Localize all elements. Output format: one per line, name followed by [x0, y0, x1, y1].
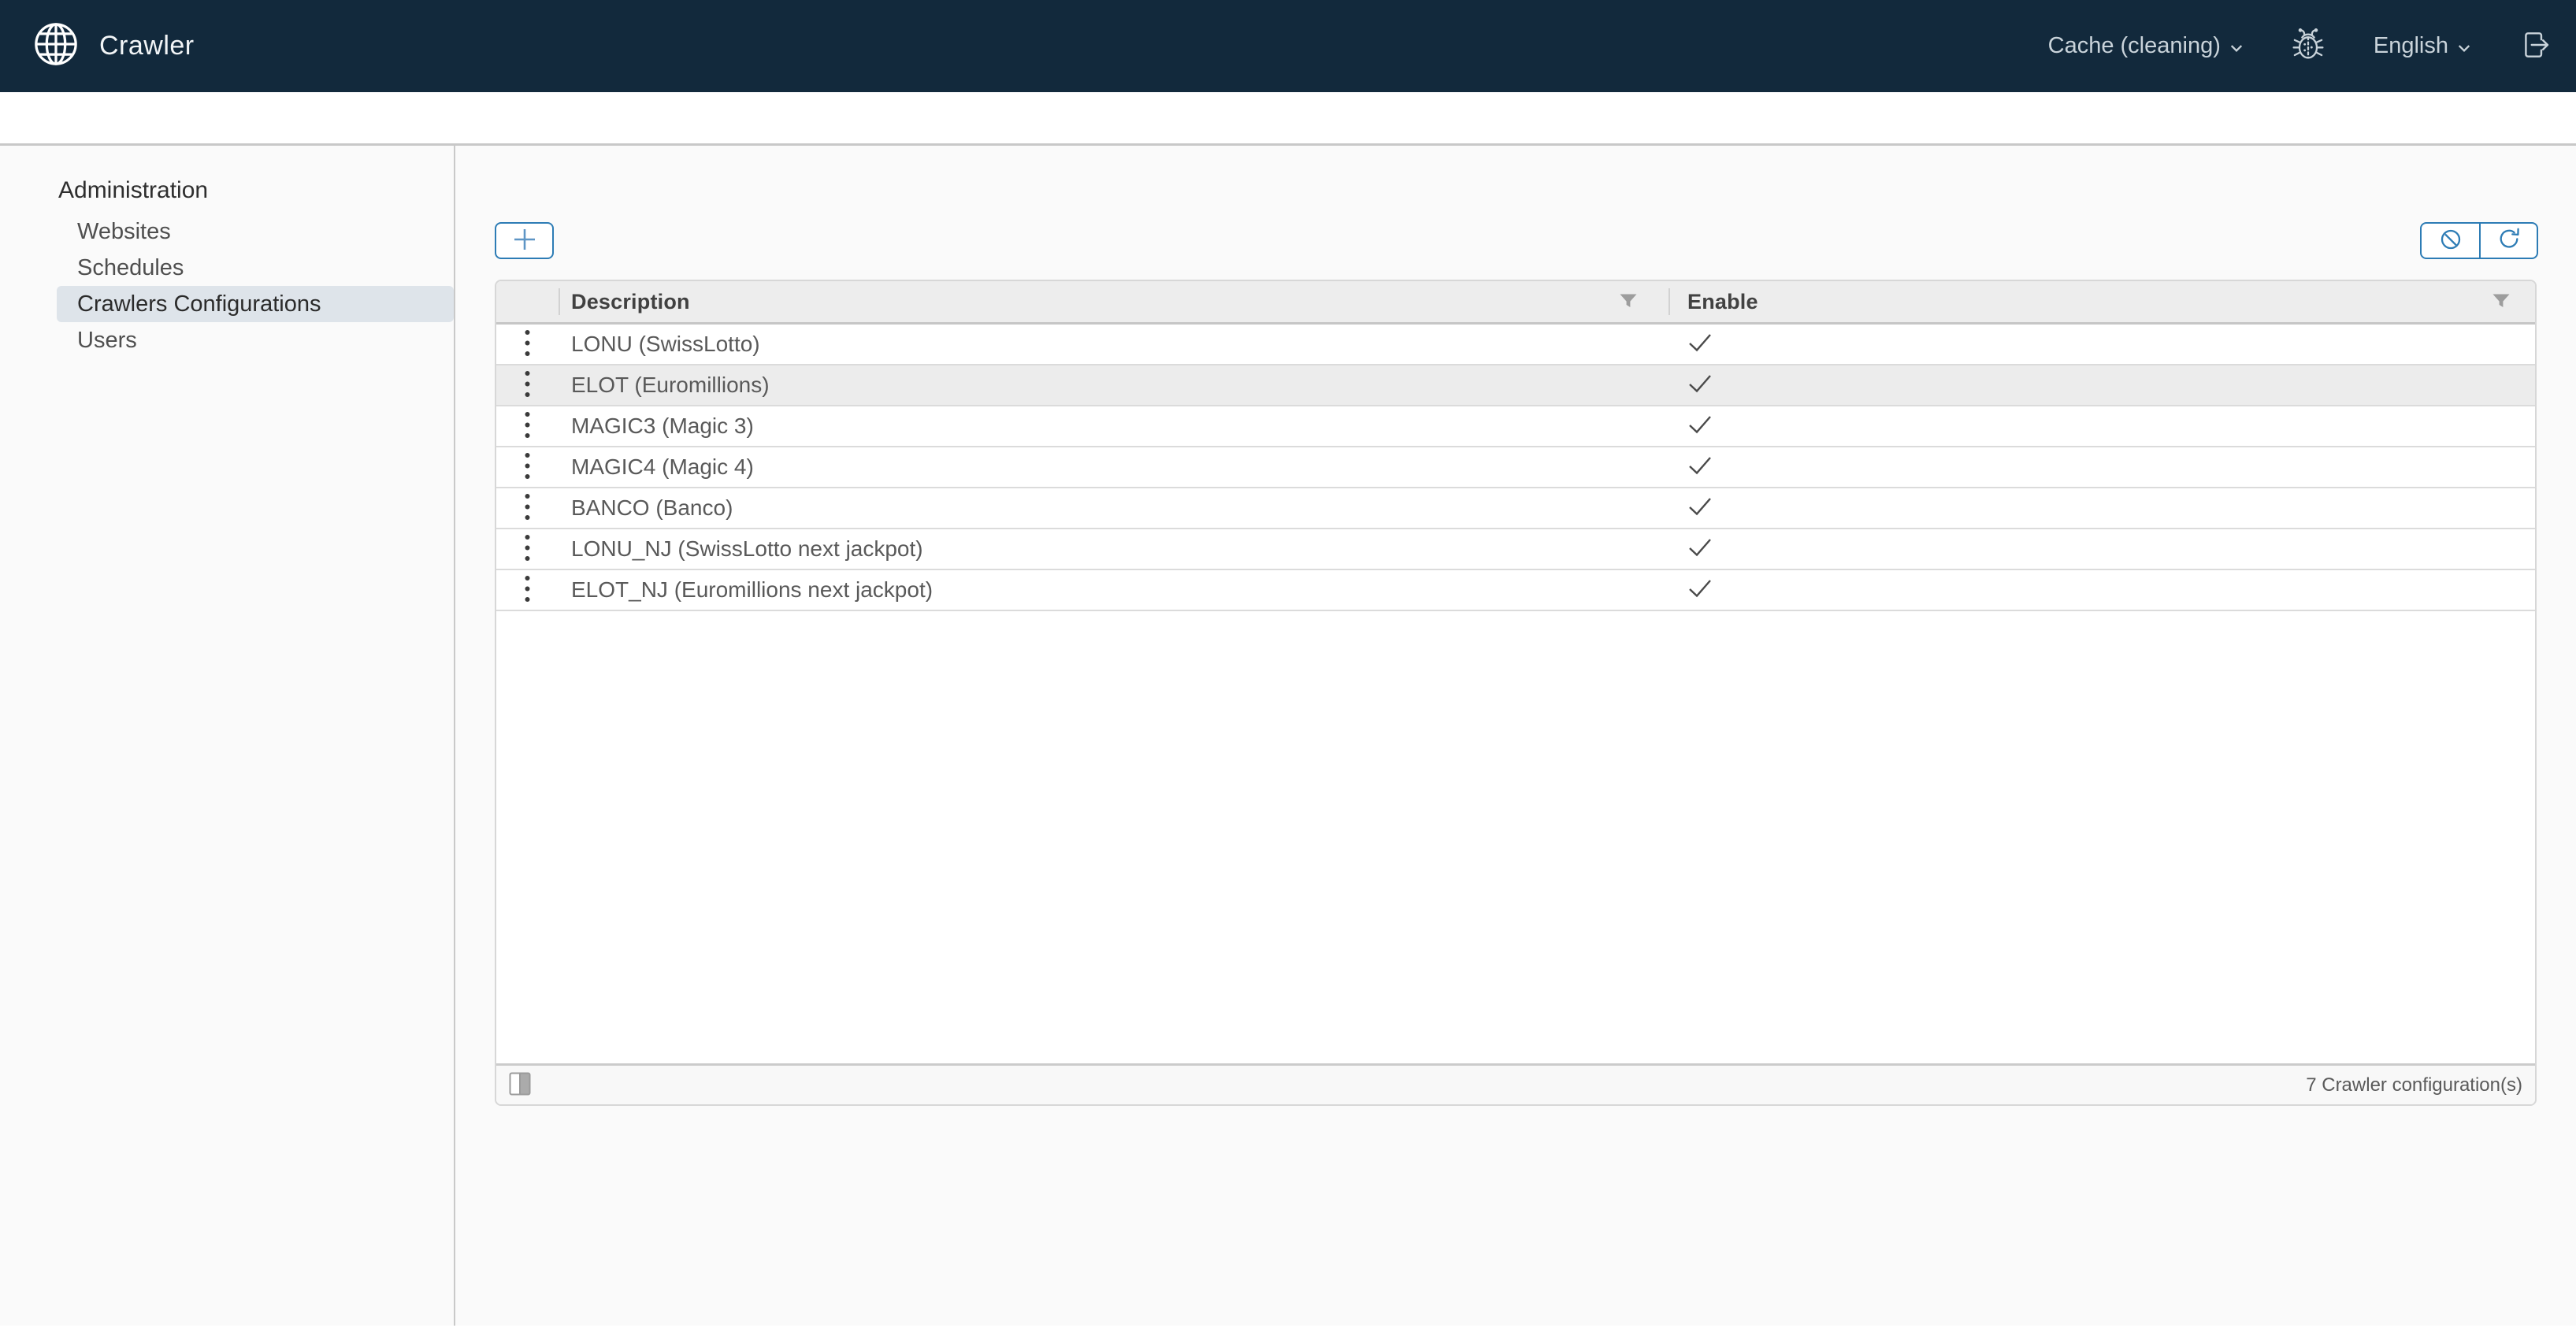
enable-filter-button[interactable] — [2492, 294, 2510, 310]
app-title: Crawler — [99, 31, 195, 61]
row-description: LONU_NJ (SwissLotto next jackpot) — [559, 536, 1668, 562]
filter-funnel-icon — [1620, 294, 1637, 310]
row-actions-kebab[interactable] — [523, 492, 532, 524]
table-row[interactable]: LONU_NJ (SwissLotto next jackpot) — [496, 529, 2535, 570]
sidebar-item-label: Schedules — [77, 255, 184, 280]
row-actions-kebab[interactable] — [523, 451, 532, 483]
table-header: Description Enable — [496, 281, 2535, 325]
datagrid-toolbar — [495, 222, 2538, 259]
enabled-check-icon — [1687, 455, 1713, 480]
main-panel: Description Enable — [455, 146, 2576, 1326]
refresh-button[interactable] — [2479, 224, 2537, 258]
topbar-actions: Cache (cleaning) — [2048, 27, 2552, 65]
row-count-label: 7 Crawler configuration(s) — [2306, 1074, 2522, 1096]
crawler-configurations-table: Description Enable — [495, 280, 2537, 1106]
kebab-icon — [523, 451, 532, 483]
enable-column-label: Enable — [1687, 290, 1758, 314]
row-description: LONU (SwissLotto) — [559, 332, 1668, 357]
table-row[interactable]: BANCO (Banco) — [496, 488, 2535, 529]
row-actions-kebab[interactable] — [523, 410, 532, 442]
table-row[interactable]: MAGIC3 (Magic 3) — [496, 406, 2535, 447]
logout-button[interactable] — [2518, 28, 2552, 65]
row-description: MAGIC3 (Magic 3) — [559, 414, 1668, 439]
bug-icon — [2290, 27, 2326, 65]
table-row[interactable]: ELOT_NJ (Euromillions next jackpot) — [496, 570, 2535, 611]
sidebar-item-websites[interactable]: Websites — [57, 213, 454, 250]
sidebar-item-crawlers-configurations[interactable]: Crawlers Configurations — [57, 286, 454, 322]
header-actions-column — [496, 281, 559, 322]
kebab-icon — [523, 533, 532, 565]
row-actions-kebab[interactable] — [523, 369, 532, 401]
table-empty-area — [496, 611, 2535, 1063]
plus-icon — [512, 227, 537, 254]
header-enable-column: Enable — [1668, 281, 2535, 322]
row-description: ELOT_NJ (Euromillions next jackpot) — [559, 577, 1668, 603]
kebab-icon — [523, 369, 532, 401]
sidebar-items: Websites Schedules Crawlers Configuratio… — [0, 213, 454, 358]
cache-dropdown[interactable]: Cache (cleaning) — [2048, 33, 2243, 59]
sidebar-item-label: Users — [77, 328, 137, 353]
enabled-check-icon — [1687, 414, 1713, 439]
row-actions-kebab[interactable] — [523, 574, 532, 606]
enabled-check-icon — [1687, 537, 1713, 562]
kebab-icon — [523, 328, 532, 360]
refresh-icon — [2495, 225, 2523, 256]
row-description: ELOT (Euromillions) — [559, 373, 1668, 398]
enabled-check-icon — [1687, 373, 1713, 398]
row-actions-kebab[interactable] — [523, 328, 532, 360]
row-description: MAGIC4 (Magic 4) — [559, 454, 1668, 480]
table-row[interactable]: MAGIC4 (Magic 4) — [496, 447, 2535, 488]
disable-button[interactable] — [2422, 224, 2479, 258]
header-description-column: Description — [559, 281, 1668, 322]
description-filter-button[interactable] — [1620, 294, 1637, 310]
grid-actions-group — [2420, 222, 2538, 259]
table-row[interactable]: ELOT (Euromillions) — [496, 365, 2535, 406]
topbar: Crawler Cache (cleaning) — [0, 0, 2576, 92]
row-description: BANCO (Banco) — [559, 495, 1668, 521]
sidebar-item-users[interactable]: Users — [57, 322, 454, 358]
description-column-label: Description — [571, 290, 690, 314]
enabled-check-icon — [1687, 332, 1713, 357]
sidebar-item-label: Crawlers Configurations — [77, 291, 321, 317]
table-body: LONU (SwissLotto) ELOT (Euromillions) — [496, 325, 2535, 611]
globe-icon — [32, 20, 80, 72]
enabled-check-icon — [1687, 578, 1713, 603]
table-row[interactable]: LONU (SwissLotto) — [496, 325, 2535, 365]
brand: Crawler — [32, 20, 195, 72]
enabled-check-icon — [1687, 496, 1713, 521]
column-toggle-button[interactable] — [509, 1072, 531, 1098]
column-toggle-icon — [509, 1072, 531, 1098]
table-footer: 7 Crawler configuration(s) — [496, 1063, 2535, 1104]
chevron-down-icon — [2458, 33, 2470, 59]
language-dropdown[interactable]: English — [2374, 33, 2470, 59]
chevron-down-icon — [2230, 33, 2243, 59]
sidebar-item-schedules[interactable]: Schedules — [57, 250, 454, 286]
kebab-icon — [523, 492, 532, 524]
content: Administration Websites Schedules Crawle… — [0, 146, 2576, 1326]
sidebar-item-label: Websites — [77, 219, 171, 244]
sidebar: Administration Websites Schedules Crawle… — [0, 146, 455, 1326]
filter-funnel-icon — [2492, 294, 2510, 310]
debug-button[interactable] — [2290, 27, 2326, 65]
row-actions-kebab[interactable] — [523, 533, 532, 565]
subheader-band — [0, 92, 2576, 146]
cache-dropdown-label: Cache (cleaning) — [2048, 33, 2221, 59]
sidebar-section-title: Administration — [58, 172, 454, 209]
kebab-icon — [523, 574, 532, 606]
add-configuration-button[interactable] — [495, 222, 554, 259]
language-dropdown-label: English — [2374, 33, 2448, 59]
kebab-icon — [523, 410, 532, 442]
logout-icon — [2518, 28, 2552, 65]
ban-icon — [2437, 225, 2465, 256]
